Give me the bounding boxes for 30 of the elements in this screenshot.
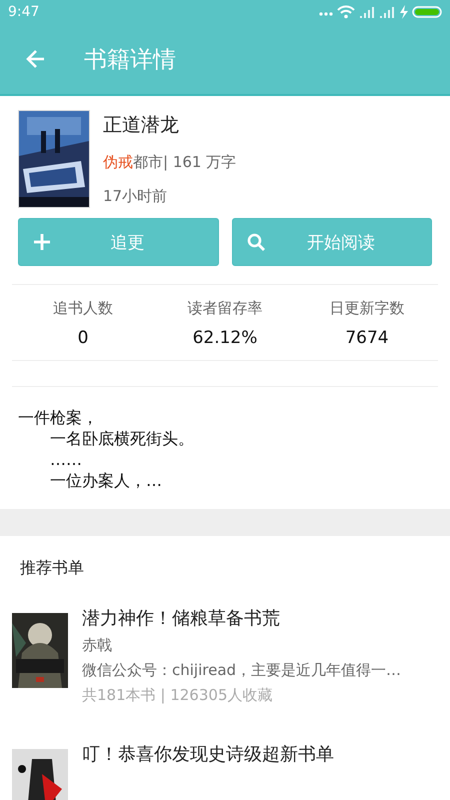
booklist-stats: 共181本书 | 126305人收藏 bbox=[82, 686, 274, 705]
start-reading-button[interactable]: 开始阅读 bbox=[232, 218, 432, 266]
stat-label: 读者留存率 bbox=[188, 299, 262, 318]
wifi-icon bbox=[337, 5, 355, 19]
booklist-title: 叮！恭喜你发现史诗级超新书单 bbox=[82, 743, 334, 766]
search-icon bbox=[246, 233, 264, 251]
booklist-author: 赤戟 bbox=[82, 636, 113, 655]
update-time: 17小时前 bbox=[103, 187, 168, 206]
booklist-item[interactable]: 潜力神作！储粮草备书荒 赤戟 微信公众号：chijiread，主要是近几年值得一… 共181本书 | 126305人收藏 bbox=[0, 598, 450, 734]
stat-value: 62.12% bbox=[192, 328, 258, 348]
section-heading: 推荐书单 bbox=[19, 557, 85, 579]
booklist-title: 潜力神作！储粮草备书荒 bbox=[82, 607, 281, 630]
follow-button[interactable]: 追更 bbox=[18, 218, 218, 266]
book-author[interactable]: 伪戒 bbox=[103, 153, 133, 171]
battery-icon bbox=[412, 6, 442, 18]
plus-icon bbox=[33, 233, 51, 251]
signal-icon bbox=[359, 6, 375, 18]
stat-label: 日更新字数 bbox=[330, 299, 404, 318]
book-synopsis: 一件枪案， 一名卧底横死街头。 …… 一位办案人，… bbox=[18, 407, 195, 491]
stat-value: 7674 bbox=[345, 328, 389, 348]
charging-icon bbox=[399, 5, 408, 19]
clock-time: 9:47 bbox=[8, 4, 40, 20]
book-category-length: 都市| 161 万字 bbox=[133, 153, 236, 171]
booklist-description: 微信公众号：chijiread，主要是近几年值得一… bbox=[82, 661, 402, 680]
stat-label: 追书人数 bbox=[53, 299, 113, 318]
book-title: 正道潜龙 bbox=[103, 113, 180, 138]
page-title: 书籍详情 bbox=[84, 46, 176, 74]
stat-value: 0 bbox=[78, 328, 88, 348]
signal-icon bbox=[379, 6, 395, 18]
booklist-item[interactable]: 叮！恭喜你发现史诗级超新书单 bbox=[0, 734, 450, 800]
